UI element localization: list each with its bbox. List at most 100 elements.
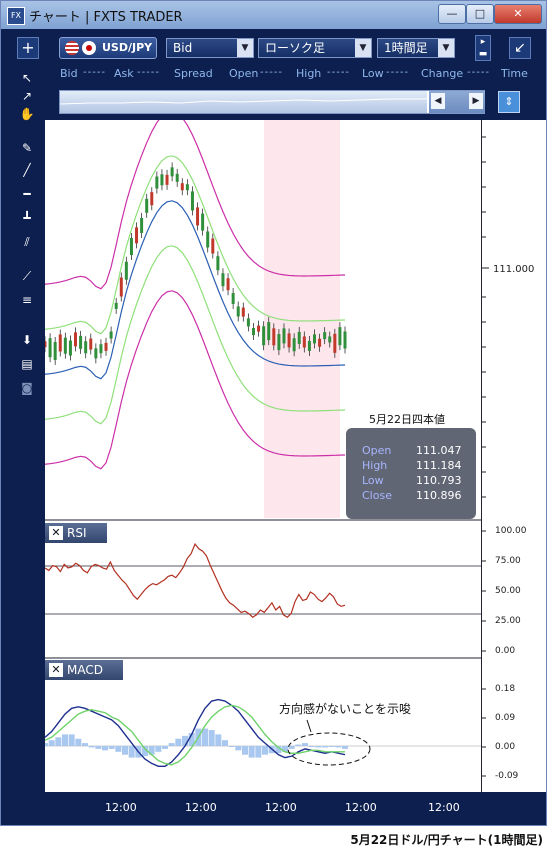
time-label: 12:00 bbox=[345, 801, 377, 814]
candle-body bbox=[323, 332, 327, 340]
candle-body bbox=[150, 192, 154, 206]
scale-adjust-button[interactable]: ⇕ bbox=[498, 91, 520, 113]
histogram-bar bbox=[115, 746, 122, 752]
fibonacci-icon[interactable]: ≡ bbox=[18, 291, 36, 309]
time-label: Time bbox=[501, 67, 528, 80]
candle-body bbox=[124, 261, 128, 280]
candle-body bbox=[109, 331, 113, 339]
histogram-bar bbox=[288, 746, 295, 749]
list-icon[interactable]: ▤ bbox=[18, 355, 36, 373]
high-label: High bbox=[362, 459, 388, 472]
price-type-value: Bid bbox=[173, 41, 193, 55]
close-macd-icon[interactable]: ✕ bbox=[49, 663, 63, 677]
info-box-title: 5月22日四本値 bbox=[369, 413, 445, 426]
candle-body bbox=[119, 277, 123, 297]
collapse-button[interactable]: ↙ bbox=[509, 37, 531, 59]
histogram-bar bbox=[342, 746, 348, 749]
histogram-bar bbox=[122, 746, 128, 755]
open-label: Open bbox=[229, 67, 259, 80]
chevron-left-icon[interactable]: ◀ bbox=[431, 93, 445, 109]
macd-tick: 0.09 bbox=[495, 713, 516, 723]
candle-body bbox=[292, 338, 296, 352]
candle-body bbox=[251, 328, 255, 336]
annotation-arrow bbox=[306, 719, 312, 733]
close-label: Close bbox=[362, 489, 392, 502]
maximize-button[interactable]: □ bbox=[466, 4, 494, 24]
candle-body bbox=[58, 334, 62, 352]
axis-divider bbox=[481, 120, 482, 792]
candle-body bbox=[94, 348, 98, 359]
chevron-down-icon: ▼ bbox=[237, 39, 253, 57]
candle-body bbox=[211, 238, 215, 254]
candle-body bbox=[338, 327, 342, 346]
histogram-bar bbox=[162, 746, 168, 749]
histogram-bar bbox=[202, 728, 208, 746]
histogram-bar bbox=[48, 740, 55, 746]
candle-body bbox=[68, 340, 72, 356]
candle-body bbox=[216, 256, 220, 271]
timeframe-value: 1時間足 bbox=[384, 41, 428, 55]
histogram-bar bbox=[155, 746, 162, 752]
candle-body bbox=[277, 334, 281, 351]
candle-body bbox=[196, 207, 200, 226]
histogram-bar bbox=[68, 734, 75, 746]
pin-tool-icon[interactable]: ✎ bbox=[18, 139, 36, 157]
close-button[interactable]: ✕ bbox=[494, 4, 542, 24]
price-type-select[interactable]: Bid ▼ bbox=[166, 38, 254, 58]
trendline-icon[interactable]: ╱ bbox=[18, 161, 36, 179]
close-rsi-icon[interactable]: ✕ bbox=[49, 526, 63, 540]
candle-body bbox=[333, 333, 337, 353]
jp-flag-icon bbox=[82, 41, 96, 55]
candle-body bbox=[48, 338, 52, 358]
low-value: ----- bbox=[386, 67, 410, 78]
histogram-bar bbox=[322, 746, 328, 748]
toolbar-menu-icon[interactable]: ▸ ▬ bbox=[475, 35, 491, 61]
candle-body bbox=[297, 331, 301, 344]
vertical-line-icon[interactable]: ┻ bbox=[18, 209, 36, 227]
fan-icon[interactable]: ⟋ bbox=[18, 267, 36, 285]
navigator-range-handle[interactable]: ◀ ▶ bbox=[427, 91, 485, 113]
title-bar[interactable]: FX チャート | FXTS TRADER — □ ✕ bbox=[1, 1, 546, 29]
candle-body bbox=[155, 176, 159, 189]
high-label: High bbox=[296, 67, 322, 80]
horizontal-line-icon[interactable]: ━ bbox=[18, 185, 36, 203]
candle-body bbox=[312, 334, 316, 344]
chevron-down-icon: ▼ bbox=[355, 39, 371, 57]
add-chart-button[interactable]: + bbox=[17, 37, 39, 59]
chart-type-select[interactable]: ローソク足 ▼ bbox=[258, 38, 372, 58]
pointer-icon[interactable]: ↖ bbox=[18, 69, 36, 87]
rsi-tick: 75.00 bbox=[495, 556, 521, 566]
candle-body bbox=[236, 306, 240, 317]
high-value: 111.184 bbox=[416, 459, 462, 472]
camera-icon[interactable]: ◙ bbox=[18, 379, 36, 397]
histogram-bar bbox=[208, 730, 215, 746]
rsi-tick: 100.00 bbox=[495, 526, 527, 536]
timeframe-select[interactable]: 1時間足 ▼ bbox=[377, 38, 455, 58]
channel-icon[interactable]: ⫽ bbox=[18, 233, 36, 251]
candle-body bbox=[307, 340, 311, 351]
chart-type-value: ローソク足 bbox=[265, 41, 326, 55]
histogram-bar bbox=[45, 743, 48, 746]
crosshair-pointer-icon[interactable]: ↗ bbox=[18, 87, 36, 105]
download-icon[interactable]: ⬇ bbox=[18, 331, 36, 349]
candle-body bbox=[287, 333, 291, 348]
ask-value: ----- bbox=[137, 67, 161, 78]
candle-body bbox=[206, 231, 210, 248]
histogram-bar bbox=[128, 746, 135, 758]
candle-body bbox=[180, 183, 184, 191]
candle-body bbox=[140, 217, 144, 233]
chevron-right-icon[interactable]: ▶ bbox=[469, 93, 483, 109]
low-value: 110.793 bbox=[416, 474, 462, 487]
candle-body bbox=[74, 332, 78, 347]
candle-body bbox=[129, 238, 133, 256]
candle-body bbox=[328, 336, 332, 343]
bid-label: Bid bbox=[60, 67, 78, 80]
minimize-button[interactable]: — bbox=[438, 4, 466, 24]
hand-icon[interactable]: ✋ bbox=[18, 105, 36, 123]
time-label: 12:00 bbox=[428, 801, 460, 814]
chart-navigator[interactable]: ◀ ▶ bbox=[59, 90, 485, 114]
symbol-selector[interactable]: USD/JPY bbox=[59, 37, 157, 59]
histogram-bar bbox=[302, 743, 308, 746]
annotation-ellipse bbox=[287, 732, 371, 766]
histogram-bar bbox=[315, 746, 322, 748]
